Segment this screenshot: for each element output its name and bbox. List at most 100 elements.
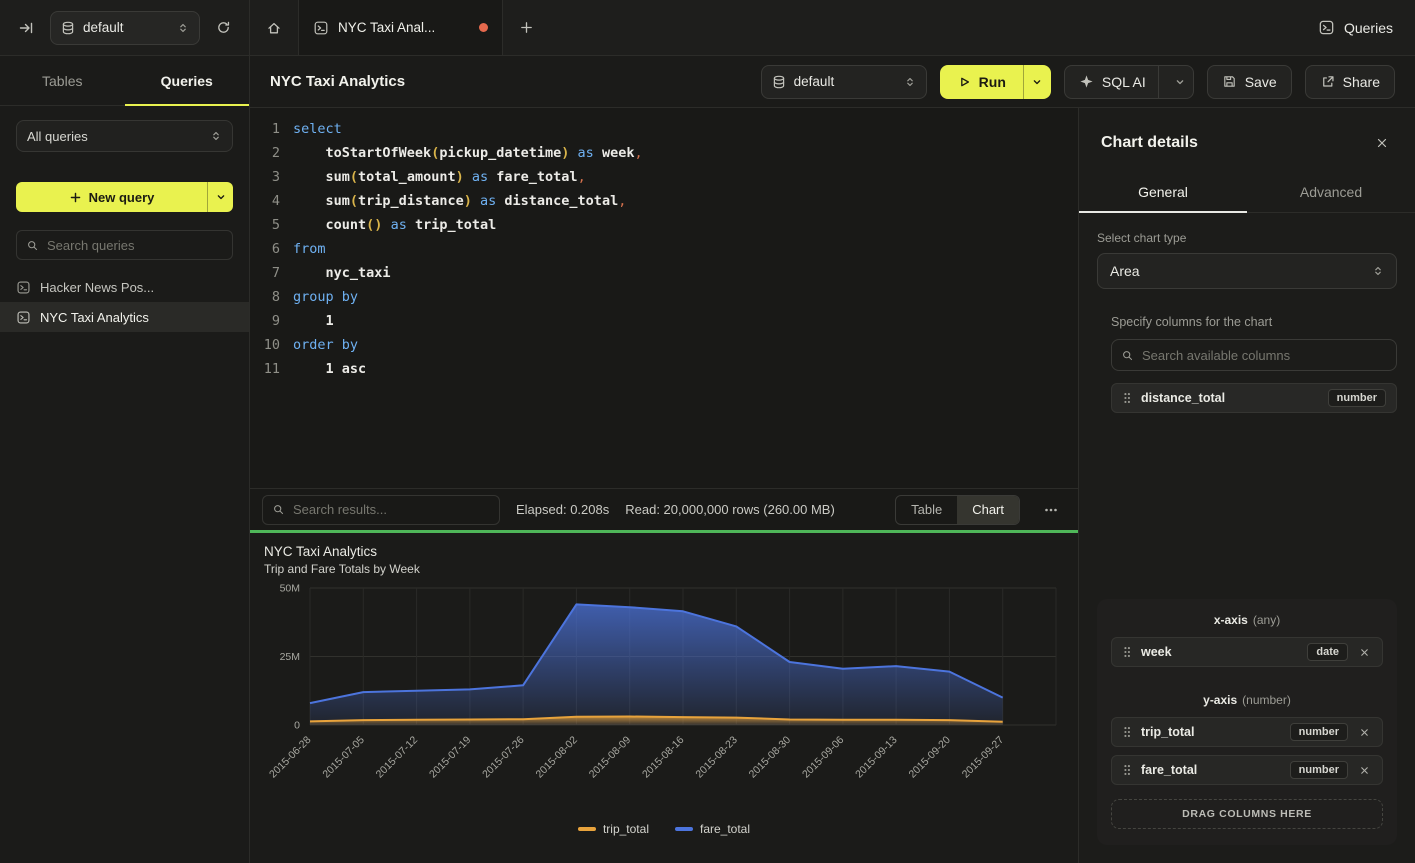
toolbar-database-value: default <box>794 74 896 89</box>
chart-type-select[interactable]: Area <box>1097 253 1397 289</box>
legend-swatch <box>675 827 693 831</box>
new-query-label: New query <box>89 190 155 205</box>
columns-search-input[interactable] <box>1142 348 1387 363</box>
svg-text:0: 0 <box>294 720 300 732</box>
database-icon <box>61 21 75 35</box>
svg-text:2015-08-30: 2015-08-30 <box>747 734 794 781</box>
database-selector[interactable]: default <box>50 11 200 45</box>
sidebar-tab-queries[interactable]: Queries <box>125 56 250 105</box>
sql-ai-caret[interactable] <box>1167 76 1193 88</box>
toolbar: NYC Taxi Analytics default Run SQL AI <box>250 56 1415 108</box>
tab-nyc-taxi-analytics[interactable]: NYC Taxi Anal... <box>298 0 503 55</box>
svg-text:2015-08-16: 2015-08-16 <box>640 734 687 781</box>
tab-home[interactable] <box>250 0 298 55</box>
query-file-icon <box>16 310 31 325</box>
close-icon <box>1359 765 1370 776</box>
svg-text:2015-08-02: 2015-08-02 <box>533 734 580 781</box>
query-list-item-hacker-news[interactable]: Hacker News Pos... <box>0 272 249 302</box>
queries-button[interactable]: Queries <box>1318 19 1393 36</box>
chevrons-updown-icon <box>177 21 189 35</box>
plus-icon <box>69 191 82 204</box>
chevrons-updown-icon <box>904 75 916 89</box>
close-icon <box>1359 727 1370 738</box>
y-axis-chip-trip-total[interactable]: trip_total number <box>1111 717 1383 747</box>
toolbar-database-selector[interactable]: default <box>761 65 927 99</box>
remove-column-button[interactable] <box>1357 725 1372 740</box>
drop-zone[interactable]: DRAG COLUMNS HERE <box>1111 799 1383 829</box>
chart-legend: trip_total fare_total <box>250 820 1078 836</box>
close-icon <box>1375 136 1389 150</box>
tab-label: NYC Taxi Anal... <box>338 20 470 35</box>
columns-section: Specify columns for the chart distance_t… <box>1097 315 1397 413</box>
new-query-button[interactable]: New query <box>16 182 207 212</box>
database-icon <box>772 75 786 89</box>
elapsed-stat: Elapsed: 0.208s <box>516 502 609 517</box>
column-chip-distance-total[interactable]: distance_total number <box>1111 383 1397 413</box>
sidebar: Tables Queries All queries New query <box>0 56 250 863</box>
run-caret-button[interactable] <box>1023 65 1051 99</box>
x-axis-label: x-axis <box>1214 613 1248 627</box>
legend-item-trip_total[interactable]: trip_total <box>578 822 649 836</box>
sidebar-collapse-button[interactable] <box>14 16 38 40</box>
svg-text:2015-06-28: 2015-06-28 <box>267 734 314 781</box>
chart-details-title: Chart details <box>1101 134 1198 152</box>
drag-handle-icon <box>1122 391 1132 405</box>
view-toggle-table[interactable]: Table <box>896 496 957 524</box>
svg-text:2015-07-19: 2015-07-19 <box>427 734 474 781</box>
chart-subtitle: Trip and Fare Totals by Week <box>264 562 1064 576</box>
legend-label: trip_total <box>603 822 649 836</box>
spacer <box>1111 747 1383 755</box>
view-toggle-chart[interactable]: Chart <box>957 496 1019 524</box>
sidebar-tab-tables[interactable]: Tables <box>0 56 125 105</box>
search-icon <box>26 239 39 252</box>
run-label: Run <box>979 74 1006 90</box>
drag-handle-icon <box>1122 725 1132 739</box>
results-bar: Elapsed: 0.208s Read: 20,000,000 rows (2… <box>250 488 1078 530</box>
column-type-badge: number <box>1290 723 1348 741</box>
ellipsis-icon <box>1043 502 1059 518</box>
chart-details-tabs: General Advanced <box>1079 172 1415 213</box>
new-tab-button[interactable] <box>503 0 549 55</box>
remove-column-button[interactable] <box>1357 763 1372 778</box>
sparkle-icon <box>1079 74 1094 89</box>
remove-column-button[interactable] <box>1357 645 1372 660</box>
query-filter-select[interactable]: All queries <box>16 120 233 152</box>
sidebar-body: All queries New query Hacker News <box>0 106 249 346</box>
share-icon <box>1320 74 1335 89</box>
run-split-button: Run <box>940 65 1051 99</box>
sql-ai-button[interactable]: SQL AI <box>1064 65 1194 99</box>
refresh-button[interactable] <box>212 16 235 39</box>
more-options-button[interactable] <box>1036 495 1066 525</box>
axes-card: x-axis(any) week date y-axis(nu <box>1097 599 1397 845</box>
y-axis-heading: y-axis(number) <box>1111 693 1383 707</box>
x-axis-chip-week[interactable]: week date <box>1111 637 1383 667</box>
y-axis-chip-fare-total[interactable]: fare_total number <box>1111 755 1383 785</box>
chevron-down-icon <box>1031 76 1043 88</box>
column-type-badge: number <box>1328 389 1386 407</box>
query-item-label: NYC Taxi Analytics <box>40 310 149 325</box>
chart-type-value: Area <box>1110 263 1364 279</box>
new-query-caret-button[interactable] <box>207 182 233 212</box>
legend-item-fare_total[interactable]: fare_total <box>675 822 750 836</box>
run-button[interactable]: Run <box>940 65 1023 99</box>
refresh-icon <box>216 20 231 35</box>
queries-icon <box>1318 19 1335 36</box>
share-button[interactable]: Share <box>1305 65 1395 99</box>
sql-editor[interactable]: 1234567891011 select toStartOfWeek(picku… <box>250 108 1078 488</box>
column-name: week <box>1141 645 1298 659</box>
column-name: fare_total <box>1141 763 1281 777</box>
query-list-item-nyc-taxi[interactable]: NYC Taxi Analytics <box>0 302 249 332</box>
topbar-left: default <box>0 0 250 55</box>
svg-text:2015-08-09: 2015-08-09 <box>587 734 634 781</box>
results-search-input[interactable] <box>293 502 490 517</box>
close-panel-button[interactable] <box>1371 132 1393 154</box>
query-search-input[interactable] <box>47 238 223 253</box>
legend-swatch <box>578 827 596 831</box>
rows-read-stat: Read: 20,000,000 rows (260.00 MB) <box>625 502 835 517</box>
save-button[interactable]: Save <box>1207 65 1292 99</box>
tab-advanced[interactable]: Advanced <box>1247 172 1415 212</box>
share-label: Share <box>1343 74 1380 90</box>
svg-text:2015-09-13: 2015-09-13 <box>853 734 900 781</box>
tab-general[interactable]: General <box>1079 172 1247 212</box>
chart-details-body: Select chart type Area Specify columns f… <box>1079 213 1415 863</box>
